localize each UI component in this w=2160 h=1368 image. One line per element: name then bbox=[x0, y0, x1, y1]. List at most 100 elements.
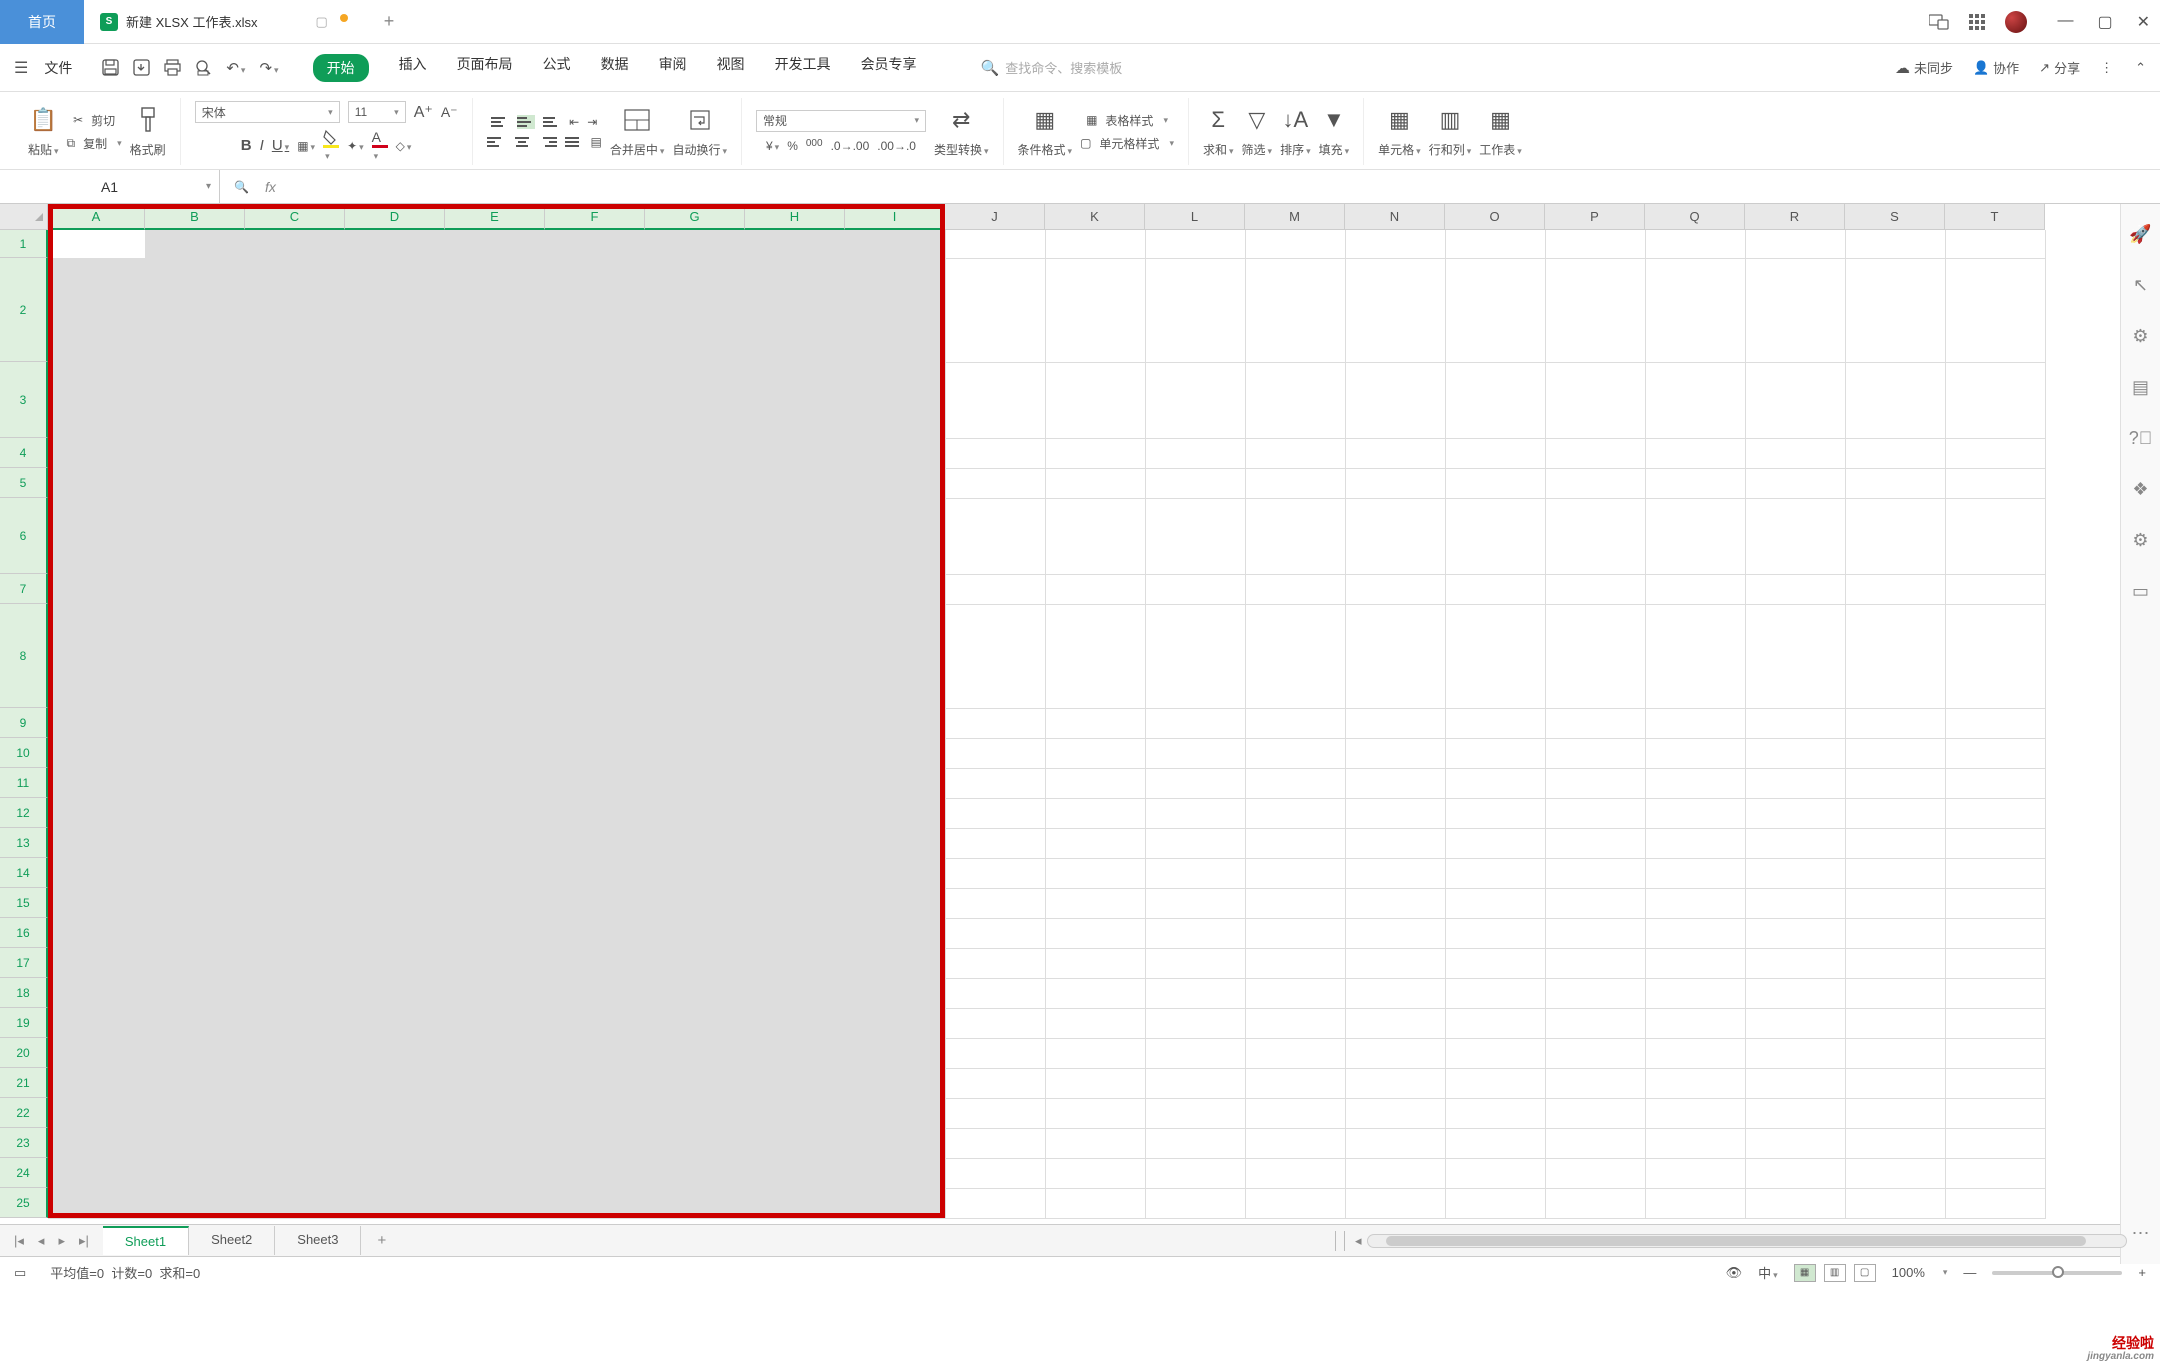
cell[interactable] bbox=[745, 888, 845, 918]
cell[interactable] bbox=[545, 828, 645, 858]
cell[interactable] bbox=[1445, 1068, 1545, 1098]
cell[interactable] bbox=[1345, 1188, 1445, 1218]
bold-button[interactable]: B bbox=[241, 137, 252, 154]
cell[interactable] bbox=[345, 1158, 445, 1188]
cell[interactable] bbox=[1745, 498, 1845, 574]
cell[interactable] bbox=[1145, 498, 1245, 574]
cell[interactable] bbox=[345, 768, 445, 798]
cell[interactable] bbox=[145, 362, 245, 438]
menu-icon[interactable]: ☰ bbox=[14, 58, 28, 78]
cell[interactable] bbox=[1745, 1188, 1845, 1218]
cell[interactable] bbox=[645, 1188, 745, 1218]
page-layout-view-button[interactable]: ▥ bbox=[1824, 1264, 1846, 1282]
more-icon[interactable]: ⋮ bbox=[2100, 60, 2115, 76]
cell[interactable] bbox=[445, 1008, 545, 1038]
cell[interactable] bbox=[345, 604, 445, 708]
cell[interactable] bbox=[545, 230, 645, 258]
cell[interactable] bbox=[1845, 918, 1945, 948]
cell[interactable] bbox=[345, 230, 445, 258]
cell[interactable] bbox=[945, 1008, 1045, 1038]
cell[interactable] bbox=[1845, 708, 1945, 738]
cell[interactable] bbox=[845, 258, 945, 362]
cell[interactable] bbox=[1245, 1098, 1345, 1128]
decrease-indent-icon[interactable]: ⇤ bbox=[569, 115, 579, 129]
row-header[interactable]: 22 bbox=[0, 1098, 48, 1128]
cell[interactable] bbox=[1045, 1068, 1145, 1098]
cell-icon[interactable]: ▦ bbox=[1384, 105, 1414, 135]
cell[interactable] bbox=[1845, 498, 1945, 574]
sum-label[interactable]: 求和▾ bbox=[1203, 141, 1234, 158]
column-header[interactable]: D bbox=[345, 204, 445, 230]
column-header[interactable]: H bbox=[745, 204, 845, 230]
cell[interactable] bbox=[245, 738, 345, 768]
cell[interactable] bbox=[445, 1188, 545, 1218]
cell[interactable] bbox=[545, 798, 645, 828]
column-header[interactable]: T bbox=[1945, 204, 2045, 230]
cell[interactable] bbox=[1345, 858, 1445, 888]
sheet-prev-icon[interactable]: ◂ bbox=[38, 1233, 45, 1249]
cell[interactable] bbox=[1745, 828, 1845, 858]
currency-icon[interactable]: ¥▾ bbox=[766, 139, 779, 153]
cell[interactable] bbox=[1445, 858, 1545, 888]
cell[interactable] bbox=[845, 798, 945, 828]
cell[interactable] bbox=[1445, 498, 1545, 574]
cell[interactable] bbox=[145, 948, 245, 978]
cell[interactable] bbox=[645, 230, 745, 258]
cell[interactable] bbox=[1245, 1188, 1345, 1218]
cell[interactable] bbox=[1445, 574, 1545, 604]
cell[interactable] bbox=[1945, 258, 2045, 362]
cell[interactable] bbox=[1245, 798, 1345, 828]
cell[interactable] bbox=[245, 362, 345, 438]
tab-popup-icon[interactable]: ▢ bbox=[315, 14, 327, 30]
cell[interactable] bbox=[545, 1098, 645, 1128]
cell[interactable] bbox=[545, 258, 645, 362]
file-menu[interactable]: 文件 bbox=[44, 58, 72, 78]
cell[interactable] bbox=[845, 888, 945, 918]
cell[interactable] bbox=[1845, 1068, 1945, 1098]
cell[interactable] bbox=[1045, 498, 1145, 574]
align-right-icon[interactable] bbox=[539, 135, 557, 149]
row-header[interactable]: 9 bbox=[0, 708, 48, 738]
cell[interactable] bbox=[345, 1068, 445, 1098]
cell[interactable] bbox=[1745, 978, 1845, 1008]
print-preview-icon[interactable] bbox=[195, 59, 212, 77]
row-header[interactable]: 19 bbox=[0, 1008, 48, 1038]
cell[interactable] bbox=[1345, 1158, 1445, 1188]
cell[interactable] bbox=[1745, 918, 1845, 948]
row-header[interactable]: 15 bbox=[0, 888, 48, 918]
cell[interactable] bbox=[1645, 888, 1745, 918]
cell[interactable] bbox=[1945, 498, 2045, 574]
cell[interactable] bbox=[845, 858, 945, 888]
cell[interactable] bbox=[1945, 918, 2045, 948]
cell[interactable] bbox=[745, 258, 845, 362]
cell[interactable] bbox=[1045, 258, 1145, 362]
cell[interactable] bbox=[1845, 828, 1945, 858]
cell[interactable] bbox=[845, 1068, 945, 1098]
cell[interactable] bbox=[1245, 978, 1345, 1008]
cell[interactable] bbox=[245, 918, 345, 948]
cell[interactable] bbox=[1745, 1098, 1845, 1128]
cell[interactable] bbox=[445, 1098, 545, 1128]
merge-icon[interactable] bbox=[622, 105, 652, 135]
cell[interactable] bbox=[1745, 1068, 1845, 1098]
cell[interactable] bbox=[945, 258, 1045, 362]
cell[interactable] bbox=[1045, 362, 1145, 438]
cell[interactable] bbox=[1045, 604, 1145, 708]
cell[interactable] bbox=[645, 1038, 745, 1068]
sheet-first-icon[interactable]: |◂ bbox=[14, 1233, 24, 1249]
scrollbar-thumb[interactable] bbox=[1386, 1236, 2086, 1246]
cell[interactable] bbox=[1145, 798, 1245, 828]
cell[interactable] bbox=[1145, 918, 1245, 948]
cell[interactable] bbox=[445, 258, 545, 362]
cell[interactable] bbox=[845, 1098, 945, 1128]
cell[interactable] bbox=[145, 798, 245, 828]
cell[interactable] bbox=[445, 1038, 545, 1068]
zoom-in-button[interactable]: + bbox=[2138, 1265, 2146, 1280]
cell[interactable] bbox=[945, 468, 1045, 498]
decrease-decimal-icon[interactable]: .00→.0 bbox=[877, 139, 916, 153]
cell[interactable] bbox=[845, 1188, 945, 1218]
tab-formula[interactable]: 公式 bbox=[543, 54, 571, 82]
cell[interactable] bbox=[1545, 230, 1645, 258]
cell[interactable] bbox=[245, 858, 345, 888]
assistant-icon[interactable]: ❖ bbox=[2132, 479, 2148, 500]
